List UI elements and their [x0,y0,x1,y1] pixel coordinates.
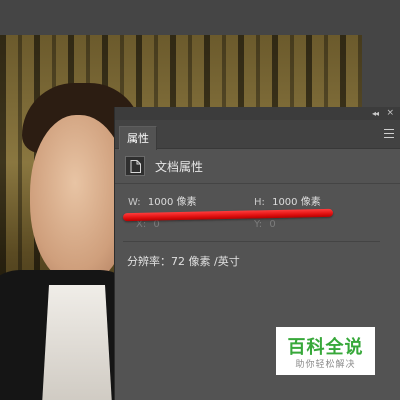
width-value: 1000 像素 [147,197,197,208]
divider [115,183,400,184]
height-field: H: 1000 像素 [254,193,321,208]
watermark-logo: 百科全说 助你轻松解决 [276,327,375,375]
y-value: 0 [269,219,276,230]
photo-shirt [42,285,112,400]
watermark-title: 百科全说 [287,337,364,358]
width-field: W: 1000 像素 [128,193,197,208]
y-field: Y: 0 [254,219,276,230]
resolution-text: 分辨率：72 像素 /英寸 [127,255,240,268]
watermark-subtitle: 助你轻松解决 [295,360,356,370]
document-properties-header: 文档属性 [115,149,400,183]
panel-tab-bar: 属性 [115,120,400,150]
panel-title-bar[interactable]: ◂◂ × [115,107,400,120]
height-value: 1000 像素 [272,197,321,208]
close-icon[interactable]: × [386,107,394,120]
document-properties-label: 文档属性 [155,160,204,174]
width-key: W: [128,197,141,208]
panel-menu-icon[interactable] [384,129,394,138]
x-value: 0 [153,219,160,230]
y-key: Y: [254,219,263,230]
document-icon [125,156,145,176]
divider [123,241,380,242]
height-key: H: [254,197,265,208]
tab-properties[interactable]: 属性 [119,126,157,150]
collapse-icon[interactable]: ◂◂ [372,107,379,120]
